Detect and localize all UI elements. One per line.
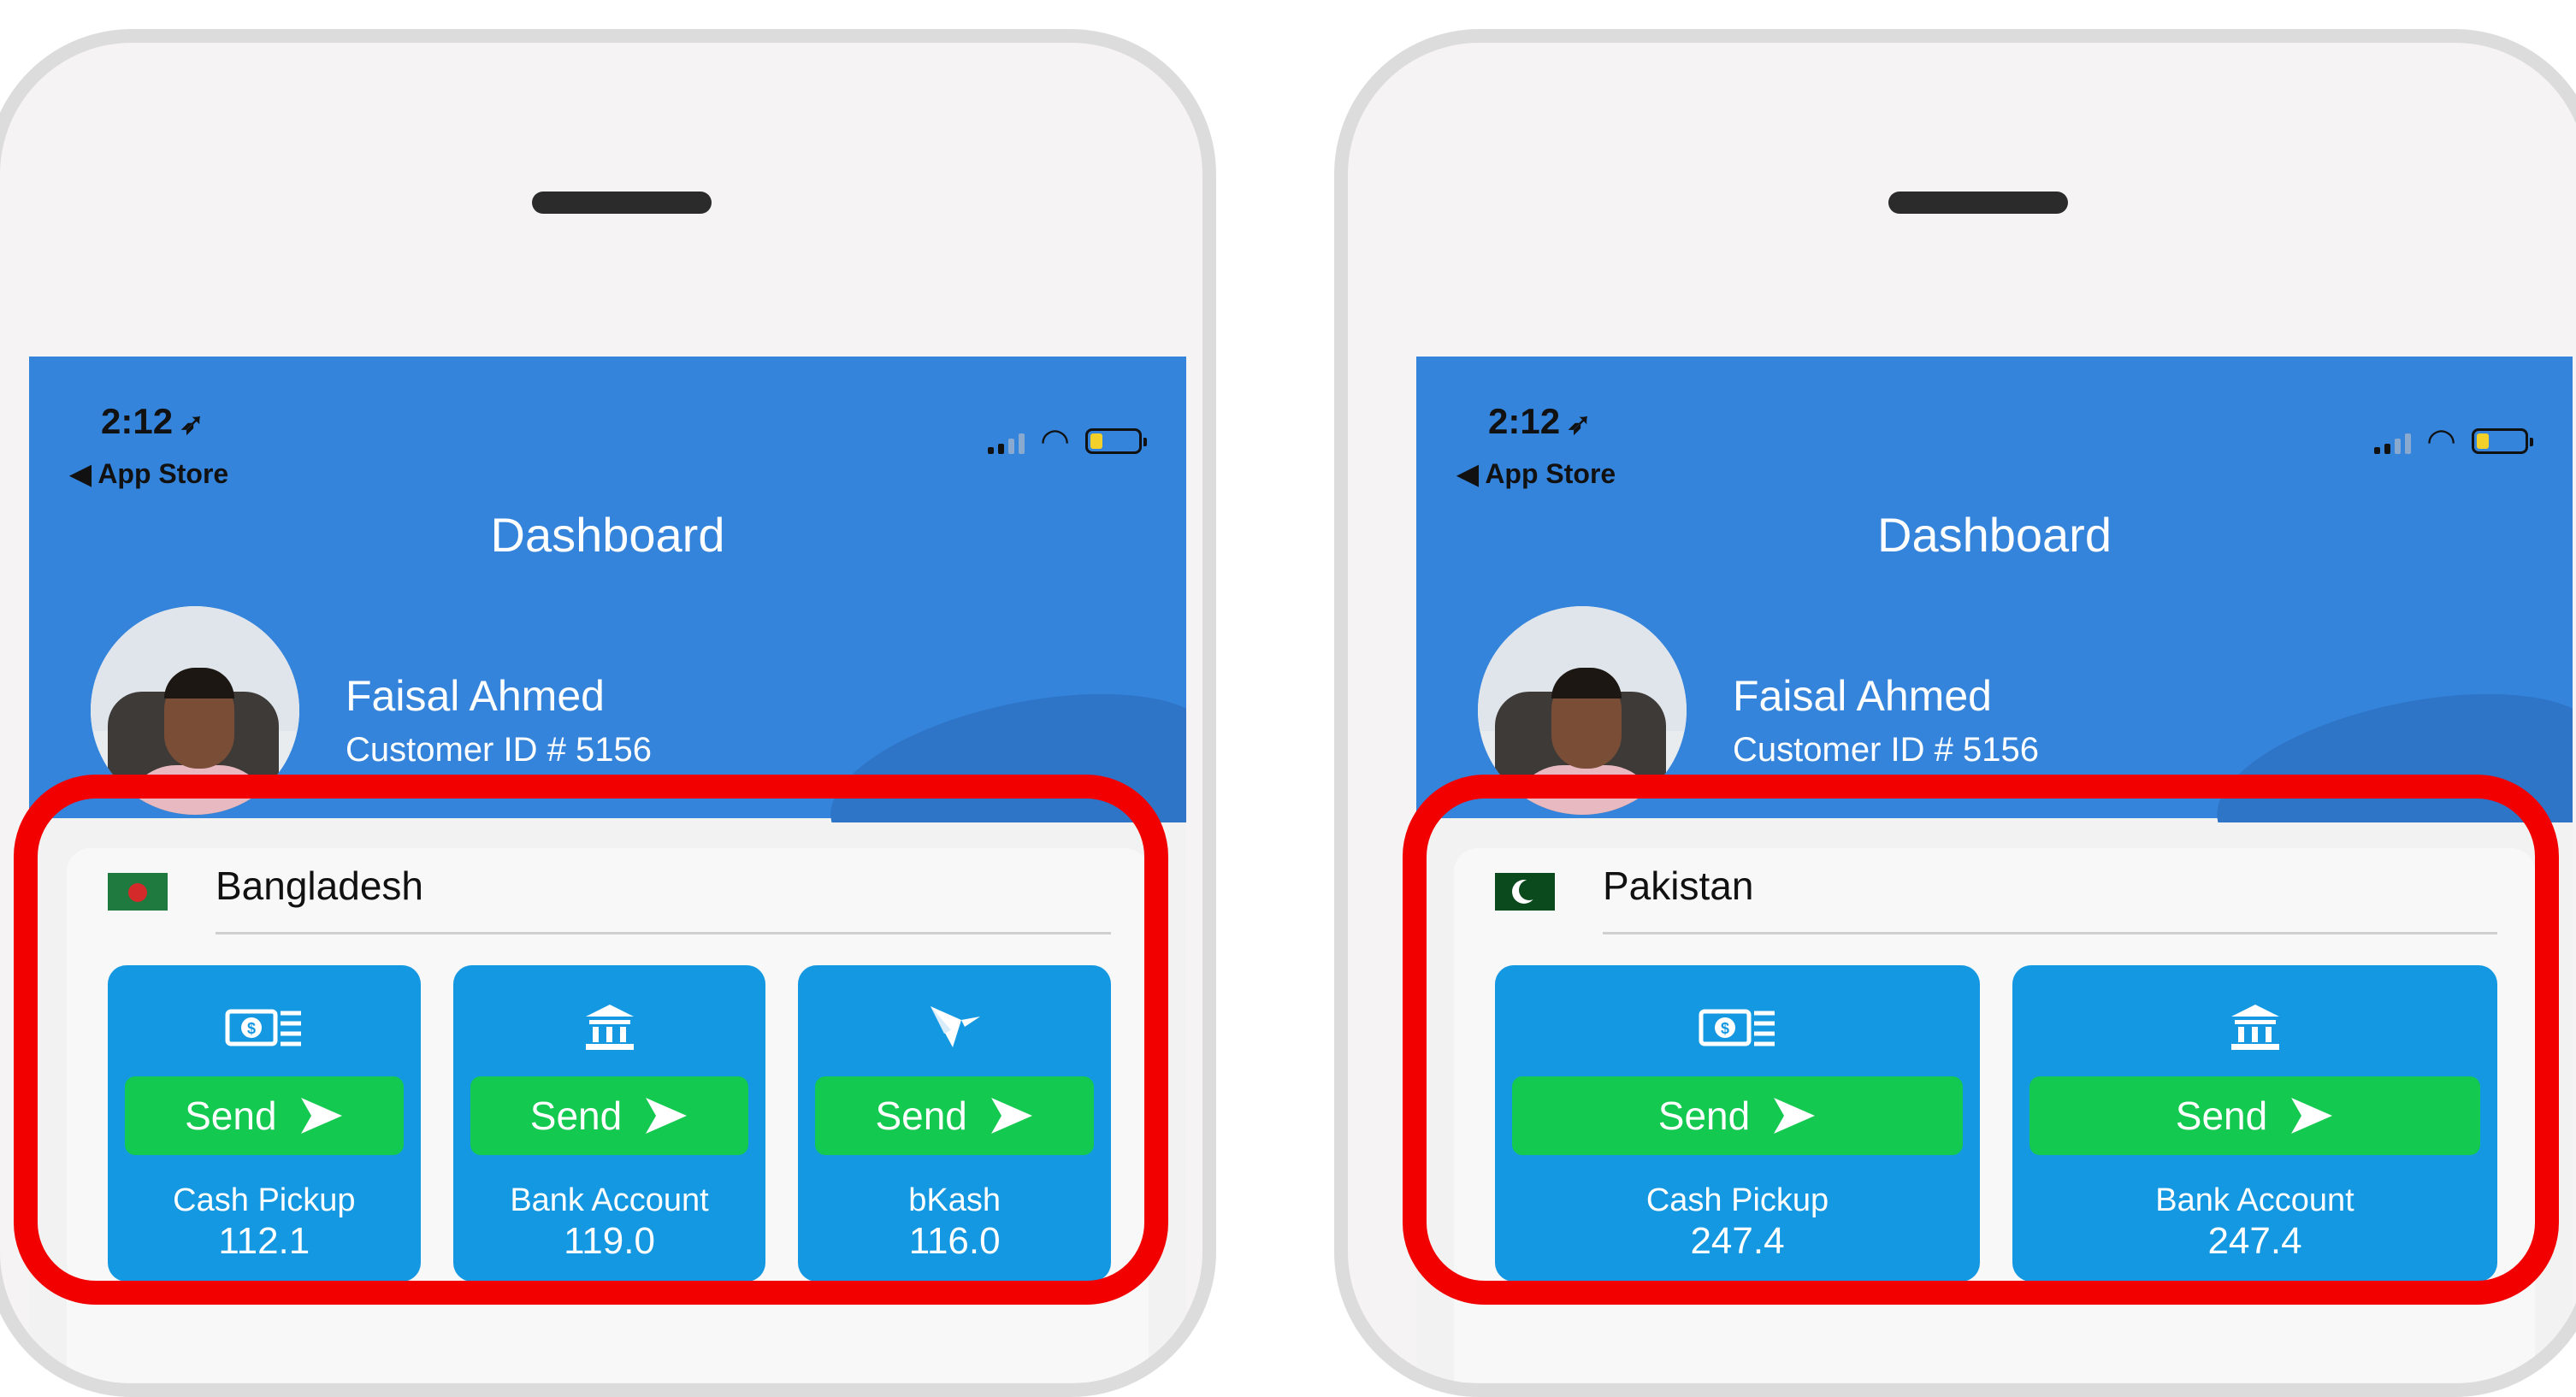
highlight-outline-bangladesh	[14, 775, 1168, 1305]
signal-icon	[2374, 433, 2412, 454]
highlight-outline-pakistan	[1403, 775, 2559, 1305]
status-time: 2:12 ➶	[1488, 401, 1592, 441]
customer-id: Customer ID # 5156	[346, 731, 652, 769]
status-icons: ◠	[988, 422, 1147, 460]
wifi-icon: ◠	[2426, 422, 2456, 460]
user-name: Faisal Ahmed	[1733, 672, 1992, 720]
speaker-notch	[532, 192, 712, 214]
status-time: 2:12 ➶	[101, 401, 204, 441]
status-icons: ◠	[2374, 422, 2533, 460]
battery-icon	[1085, 428, 1147, 454]
battery-icon	[2472, 428, 2533, 454]
page-title: Dashboard	[1877, 508, 2112, 562]
location-arrow-icon: ➶	[1567, 408, 1592, 440]
back-to-app-store-link[interactable]: ◀ App Store	[70, 457, 228, 490]
customer-id: Customer ID # 5156	[1733, 731, 2039, 769]
location-arrow-icon: ➶	[180, 408, 204, 440]
back-to-app-store-link[interactable]: ◀ App Store	[1457, 457, 1616, 490]
page-title: Dashboard	[490, 508, 725, 562]
wifi-icon: ◠	[1040, 422, 1070, 460]
signal-icon	[988, 433, 1025, 454]
user-name: Faisal Ahmed	[346, 672, 605, 720]
speaker-notch	[1888, 192, 2068, 214]
